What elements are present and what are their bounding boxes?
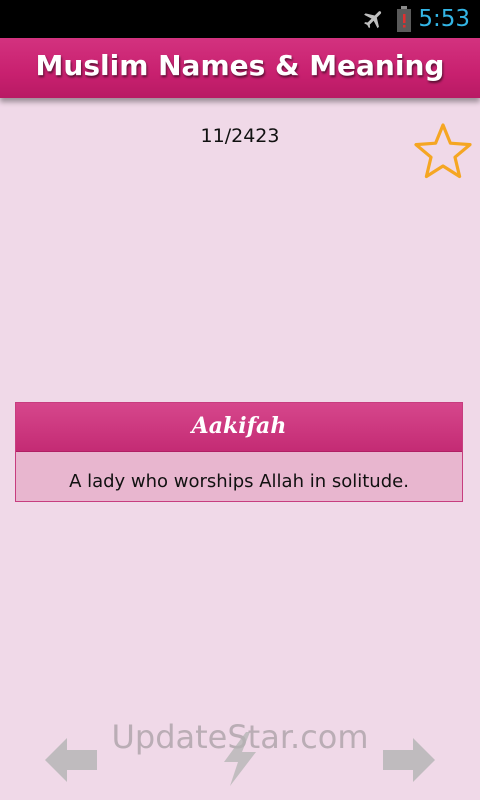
- name-meaning: A lady who worships Allah in solitude.: [69, 471, 409, 492]
- lightning-icon[interactable]: [220, 732, 260, 786]
- name-card-header: Aakifah: [16, 403, 462, 452]
- previous-arrow-icon[interactable]: [45, 738, 97, 782]
- name-card: Aakifah A lady who worships Allah in sol…: [15, 402, 463, 502]
- next-arrow-icon[interactable]: [383, 738, 435, 782]
- name-title: Aakifah: [191, 413, 287, 439]
- airplane-mode-icon: [364, 11, 382, 29]
- status-clock: 5:53: [418, 6, 470, 32]
- battery-low-icon: [397, 6, 411, 32]
- status-bar: 5:53: [0, 0, 480, 38]
- app-header: Muslim Names & Meaning: [0, 38, 480, 98]
- favorite-star-icon[interactable]: [413, 122, 473, 180]
- app-title: Muslim Names & Meaning: [35, 49, 445, 82]
- name-counter: 11/2423: [200, 125, 280, 147]
